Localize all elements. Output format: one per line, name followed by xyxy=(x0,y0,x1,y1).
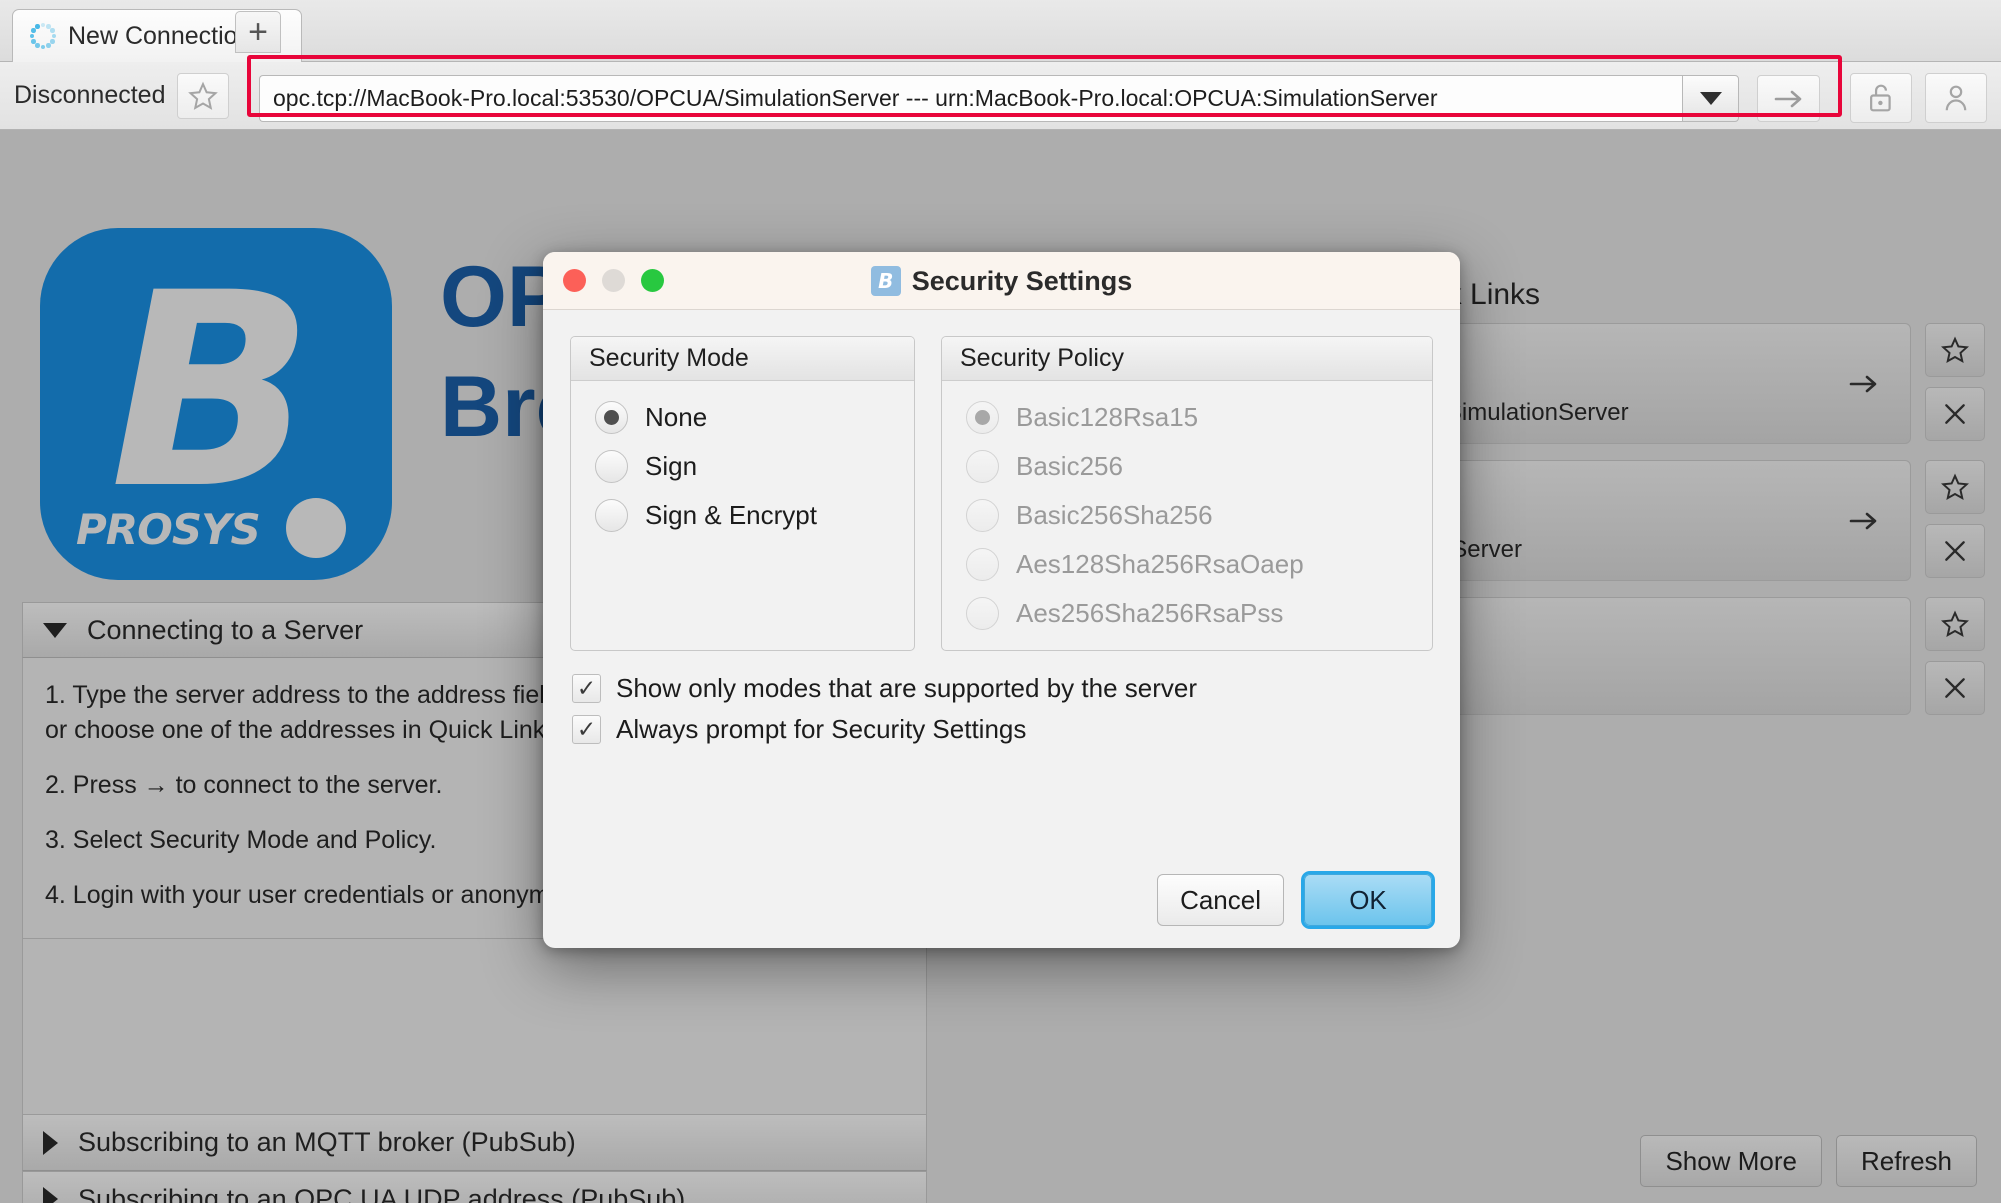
prosys-logo: B PROSYS xyxy=(40,228,392,580)
user-login-icon-button[interactable] xyxy=(1925,73,1987,123)
checkbox-always-prompt[interactable]: ✓ Always prompt for Security Settings xyxy=(572,714,1433,745)
traffic-lights xyxy=(563,269,664,292)
quick-link-star-icon[interactable] xyxy=(1925,597,1985,651)
quick-link-actions xyxy=(1925,597,1985,715)
new-tab-button[interactable]: + xyxy=(235,11,281,53)
address-input[interactable] xyxy=(259,75,1682,122)
arrow-right-icon[interactable] xyxy=(1848,509,1880,533)
quick-links-footer: Show More Refresh xyxy=(1640,1135,1977,1187)
radio-option-aes128sha256rsaoaep: Aes128Sha256RsaOaep xyxy=(966,548,1414,581)
accordion-spacer xyxy=(22,939,927,1115)
triangle-right-icon xyxy=(43,1187,58,1203)
radio-icon xyxy=(966,597,999,630)
radio-icon xyxy=(966,548,999,581)
radio-icon[interactable] xyxy=(595,499,628,532)
radio-option-sign-encrypt[interactable]: Sign & Encrypt xyxy=(595,499,896,532)
radio-label: Basic128Rsa15 xyxy=(1016,402,1199,432)
dialog-checkboxes: ✓ Show only modes that are supported by … xyxy=(570,673,1433,745)
dialog-actions: Cancel OK xyxy=(1157,874,1432,926)
tab-bar: New Connection ✕ + xyxy=(0,0,2001,62)
ok-button[interactable]: OK xyxy=(1304,874,1432,926)
accordion-title: Connecting to a Server xyxy=(87,614,364,645)
security-mode-options: None Sign Sign & Encrypt xyxy=(571,381,914,625)
radio-label: Sign xyxy=(645,451,698,481)
quick-link-delete-icon[interactable] xyxy=(1925,661,1985,715)
address-dropdown-button[interactable] xyxy=(1682,75,1739,122)
security-policy-header: Security Policy xyxy=(942,337,1432,381)
radio-icon[interactable] xyxy=(595,401,628,434)
radio-icon xyxy=(966,450,999,483)
settings-panels: Security Mode None Sign Sign & Encrypt S… xyxy=(570,336,1433,651)
security-settings-dialog: B Security Settings Security Mode None S… xyxy=(543,252,1460,948)
triangle-right-icon xyxy=(43,1130,58,1155)
radio-icon xyxy=(966,401,999,434)
address-bar[interactable] xyxy=(259,75,1739,122)
radio-option-none[interactable]: None xyxy=(595,401,896,434)
checkbox-label: Show only modes that are supported by th… xyxy=(616,673,1197,703)
quick-link-star-icon[interactable] xyxy=(1925,460,1985,514)
favorite-star-icon[interactable] xyxy=(177,72,230,119)
quick-link-delete-icon[interactable] xyxy=(1925,524,1985,578)
dialog-body: Security Mode None Sign Sign & Encrypt S… xyxy=(543,310,1460,745)
radio-label: Aes256Sha256RsaPss xyxy=(1016,598,1284,628)
security-policy-options: Basic128Rsa15 Basic256 Basic256Sha256 Ae… xyxy=(942,381,1432,650)
triangle-down-icon xyxy=(43,622,67,638)
connection-status: Disconnected xyxy=(14,81,166,109)
logo-brand-text: PROSYS xyxy=(76,505,261,554)
show-more-button[interactable]: Show More xyxy=(1640,1135,1822,1187)
accordion-header-mqtt[interactable]: Subscribing to an MQTT broker (PubSub) xyxy=(22,1115,927,1171)
dialog-title-group: B Security Settings xyxy=(543,252,1460,310)
prosys-b-icon: B xyxy=(870,266,901,296)
checkbox-icon[interactable]: ✓ xyxy=(572,674,601,703)
radio-label: Aes128Sha256RsaOaep xyxy=(1016,549,1304,579)
traffic-light-zoom-icon[interactable] xyxy=(641,269,664,292)
traffic-light-close-icon[interactable] xyxy=(563,269,586,292)
radio-option-aes256sha256rsapss: Aes256Sha256RsaPss xyxy=(966,597,1414,630)
logo-leaf-icon xyxy=(286,498,346,558)
arrow-right-icon[interactable] xyxy=(1848,372,1880,396)
radio-option-sign[interactable]: Sign xyxy=(595,450,896,483)
checkbox-show-only-supported[interactable]: ✓ Show only modes that are supported by … xyxy=(572,673,1433,704)
application-window: New Connection ✕ + Disconnected xyxy=(0,0,2001,1203)
radio-option-basic128rsa15: Basic128Rsa15 xyxy=(966,401,1414,434)
quick-link-actions xyxy=(1925,323,1985,444)
checkbox-label: Always prompt for Security Settings xyxy=(616,714,1027,744)
radio-option-basic256sha256: Basic256Sha256 xyxy=(966,499,1414,532)
connect-button[interactable] xyxy=(1757,75,1820,122)
quick-link-delete-icon[interactable] xyxy=(1925,387,1985,441)
radio-icon xyxy=(966,499,999,532)
cancel-button[interactable]: Cancel xyxy=(1157,874,1284,926)
radio-label: None xyxy=(645,402,708,432)
radio-option-basic256: Basic256 xyxy=(966,450,1414,483)
security-mode-panel: Security Mode None Sign Sign & Encrypt xyxy=(570,336,915,651)
dialog-title: Security Settings xyxy=(911,265,1133,296)
accordion-title: Subscribing to an OPC UA UDP address (Pu… xyxy=(78,1183,686,1203)
chevron-down-icon xyxy=(1699,92,1722,105)
loading-spinner-icon xyxy=(29,22,57,50)
logo-letter: B xyxy=(109,236,315,548)
radio-label: Basic256Sha256 xyxy=(1016,500,1213,530)
radio-label: Basic256 xyxy=(1016,451,1123,481)
quick-link-star-icon[interactable] xyxy=(1925,323,1985,377)
dialog-titlebar: B Security Settings xyxy=(543,252,1460,310)
quick-link-actions xyxy=(1925,460,1985,581)
traffic-light-minimize-icon[interactable] xyxy=(602,269,625,292)
checkbox-icon[interactable]: ✓ xyxy=(572,715,601,744)
radio-label: Sign & Encrypt xyxy=(645,500,817,530)
refresh-button[interactable]: Refresh xyxy=(1835,1135,1977,1187)
tab-label: New Connection xyxy=(68,21,252,50)
accordion-title: Subscribing to an MQTT broker (PubSub) xyxy=(78,1127,576,1157)
security-policy-panel: Security Policy Basic128Rsa15 Basic256 B… xyxy=(941,336,1433,651)
unlock-icon-button[interactable] xyxy=(1850,73,1912,123)
security-mode-header: Security Mode xyxy=(571,337,914,381)
radio-icon[interactable] xyxy=(595,450,628,483)
toolbar-right-buttons xyxy=(1850,73,1987,123)
accordion-header-udp[interactable]: Subscribing to an OPC UA UDP address (Pu… xyxy=(22,1171,927,1203)
